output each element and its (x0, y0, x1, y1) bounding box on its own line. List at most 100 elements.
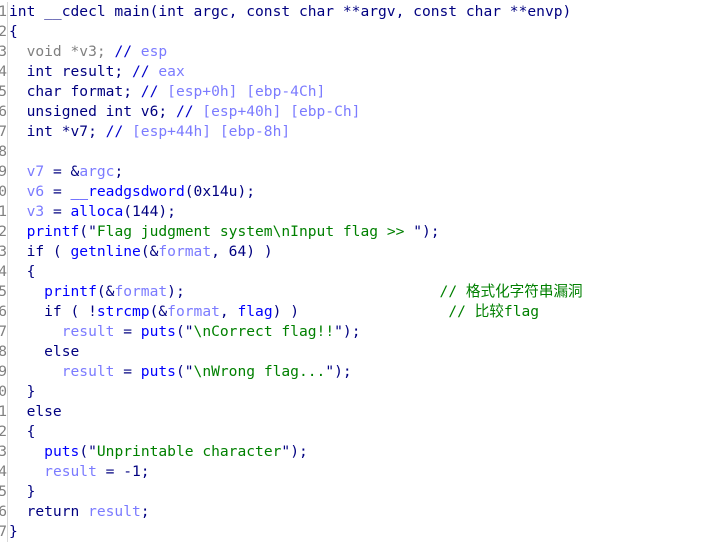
code-line[interactable]: 11 v3 = alloca(144); (0, 202, 583, 222)
code-line[interactable]: 7 int *v7; // [esp+44h] [ebp-8h] (0, 122, 583, 142)
code-line[interactable]: 27} (0, 522, 583, 542)
code-token[interactable]: "); (325, 362, 351, 382)
code-line[interactable]: 10 v6 = __readgsdword(0x14u); (0, 182, 583, 202)
code-token[interactable]: // (106, 122, 132, 142)
code-token[interactable]: argc (79, 162, 114, 182)
code-token[interactable]: format (114, 282, 167, 302)
code-line[interactable]: 3 void *v3; // esp (0, 42, 583, 62)
code-token[interactable] (9, 282, 44, 302)
code-token[interactable]: printf (44, 282, 97, 302)
code-token[interactable]: // (114, 42, 140, 62)
code-line[interactable]: 21 else (0, 402, 583, 422)
code-token[interactable]: result (62, 322, 115, 342)
code-token[interactable]: v3 (27, 202, 45, 222)
code-line[interactable]: 14 { (0, 262, 583, 282)
code-token[interactable]: getnline (71, 242, 141, 262)
code-token[interactable]: v6 (27, 182, 45, 202)
code-token[interactable]: { (9, 422, 36, 442)
code-token[interactable]: result (62, 362, 115, 382)
code-line[interactable]: 26 return result; (0, 502, 583, 522)
code-line[interactable]: 6 unsigned int v6; // [esp+40h] [ebp-Ch] (0, 102, 583, 122)
code-line[interactable]: 23 puts("Unprintable character"); (0, 442, 583, 462)
code-token[interactable]: // (176, 102, 202, 122)
code-token[interactable]: = (114, 362, 140, 382)
code-token[interactable]: int *v7; (9, 122, 106, 142)
code-line[interactable]: 18 else (0, 342, 583, 362)
code-token[interactable]: , (220, 302, 238, 322)
code-token[interactable]: (& (141, 242, 159, 262)
code-token[interactable]: // 比较flag (448, 302, 539, 322)
code-token[interactable]: else (9, 402, 62, 422)
code-line[interactable]: 5 char format; // [esp+0h] [ebp-4Ch] (0, 82, 583, 102)
code-token[interactable]: else (9, 342, 79, 362)
code-line[interactable]: 9 v7 = &argc; (0, 162, 583, 182)
code-token[interactable]: return (9, 502, 88, 522)
code-token[interactable]: ); (167, 282, 439, 302)
code-token[interactable]: // (132, 62, 158, 82)
code-token[interactable]: = -1; (97, 462, 150, 482)
code-token[interactable]: } (9, 522, 18, 542)
code-token[interactable]: = (114, 322, 140, 342)
code-token[interactable]: puts (44, 442, 79, 462)
code-line[interactable]: 22 { (0, 422, 583, 442)
code-token[interactable]: printf (27, 222, 80, 242)
code-token[interactable] (9, 222, 27, 242)
code-token[interactable]: (" (79, 442, 97, 462)
code-token[interactable]: v7 (27, 162, 45, 182)
code-token[interactable]: ; (141, 502, 150, 522)
code-token[interactable]: { (9, 262, 36, 282)
code-token[interactable]: esp (141, 42, 167, 62)
code-token[interactable]: __readgsdword (71, 182, 185, 202)
code-token[interactable]: \nWrong flag... (194, 362, 326, 382)
code-token[interactable]: int result; (9, 62, 132, 82)
code-token[interactable]: Unprintable character (97, 442, 282, 462)
code-token[interactable]: [esp+40h] [ebp-Ch] (202, 102, 360, 122)
code-token[interactable]: [esp+44h] [ebp-8h] (132, 122, 290, 142)
pseudocode-view[interactable]: 1int __cdecl main(int argc, const char *… (0, 2, 583, 542)
code-token[interactable] (9, 182, 27, 202)
code-token[interactable]: strcmp (97, 302, 150, 322)
code-token[interactable] (9, 322, 62, 342)
code-line[interactable]: 19 result = puts("\nWrong flag..."); (0, 362, 583, 382)
code-token[interactable]: (144); (123, 202, 176, 222)
code-line[interactable]: 4 int result; // eax (0, 62, 583, 82)
code-token[interactable]: (0x14u); (185, 182, 255, 202)
code-token[interactable]: alloca (71, 202, 124, 222)
code-token[interactable]: [esp+0h] [ebp-4Ch] (167, 82, 325, 102)
code-token[interactable]: format (167, 302, 220, 322)
code-token[interactable]: "); (334, 322, 360, 342)
code-line[interactable]: 12 printf("Flag judgment system\nInput f… (0, 222, 583, 242)
code-token[interactable]: = & (44, 162, 79, 182)
code-token[interactable]: (& (97, 282, 115, 302)
code-token[interactable]: if ( (9, 242, 71, 262)
code-token[interactable]: (" (79, 222, 97, 242)
code-token[interactable]: (& (150, 302, 168, 322)
code-token[interactable]: (" (176, 322, 194, 342)
code-token[interactable]: char format; (9, 82, 141, 102)
code-token[interactable]: Flag judgment system\nInput flag >> (97, 222, 413, 242)
code-token[interactable]: ; (114, 162, 123, 182)
code-token[interactable]: result (44, 462, 97, 482)
code-token[interactable]: void *v3; (9, 42, 114, 62)
code-line[interactable]: 1int __cdecl main(int argc, const char *… (0, 2, 583, 22)
code-token[interactable]: "); (413, 222, 439, 242)
code-line[interactable]: 2{ (0, 22, 583, 42)
code-token[interactable]: puts (141, 362, 176, 382)
code-token[interactable] (9, 442, 44, 462)
code-token[interactable]: // 格式化字符串漏洞 (440, 282, 583, 302)
code-line[interactable]: 15 printf(&format); // 格式化字符串漏洞 (0, 282, 583, 302)
code-line[interactable]: 8 (0, 142, 583, 162)
code-token[interactable]: { (9, 22, 18, 42)
code-line[interactable]: 17 result = puts("\nCorrect flag!!"); (0, 322, 583, 342)
code-token[interactable]: if ( ! (9, 302, 97, 322)
code-line[interactable]: 25 } (0, 482, 583, 502)
code-token[interactable]: , 64) ) (211, 242, 273, 262)
code-line[interactable]: 20 } (0, 382, 583, 402)
code-token[interactable]: int __cdecl main(int argc, const char **… (9, 2, 571, 22)
code-token[interactable]: flag (237, 302, 272, 322)
code-line[interactable]: 13 if ( getnline(&format, 64) ) (0, 242, 583, 262)
code-line[interactable]: 16 if ( !strcmp(&format, flag) ) // 比较fl… (0, 302, 583, 322)
code-token[interactable]: // (141, 82, 167, 102)
code-token[interactable]: (" (176, 362, 194, 382)
code-token[interactable]: = (44, 202, 70, 222)
